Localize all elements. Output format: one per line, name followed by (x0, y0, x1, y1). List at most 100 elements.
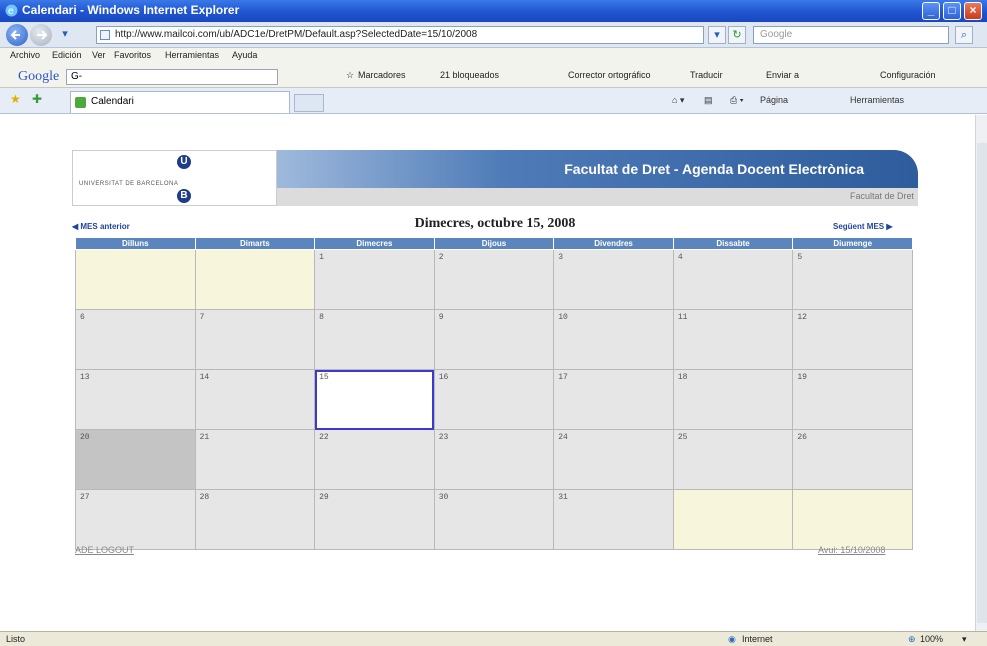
menu-favoritos[interactable]: Favoritos (114, 50, 151, 60)
google-search-input[interactable]: G- (66, 69, 278, 85)
calendar-week-row: 27 28 29 30 31 (75, 489, 913, 550)
weekday-header: Dimecres (314, 237, 435, 250)
status-text: Listo (6, 634, 26, 644)
selected-date-heading: Dimecres, octubre 15, 2008 (414, 216, 576, 231)
calendar-day-cell[interactable]: 28 (194, 489, 316, 550)
tab-calendari[interactable]: Calendari (70, 91, 290, 113)
calendar-day-cell[interactable]: 5 (792, 249, 913, 310)
add-favorites-icon[interactable]: ✚ (32, 92, 42, 106)
forward-arrow-icon (37, 30, 48, 40)
menu-ver[interactable]: Ver (92, 50, 106, 60)
bookmarks-button[interactable]: Marcadores (358, 70, 406, 80)
previous-month-link[interactable]: ◀ MES anterior (72, 222, 130, 231)
menu-edicion[interactable]: Edición (52, 50, 82, 60)
weekday-header-row: Dilluns Dimarts Dimecres Dijous Divendre… (75, 237, 913, 250)
next-month-link[interactable]: Següent MES ▶ (833, 222, 893, 231)
send-to-button[interactable]: Enviar a (766, 70, 799, 80)
maximize-button[interactable]: □ (943, 2, 961, 20)
university-logo: U B UNIVERSITAT DE BARCELONA (72, 150, 277, 206)
spellcheck-button[interactable]: Corrector ortográfico (568, 70, 651, 80)
university-name: UNIVERSITAT DE BARCELONA (79, 181, 179, 187)
url-dropdown-button[interactable]: ▾ (708, 26, 726, 44)
calendar-empty-cell (75, 249, 196, 310)
vertical-scrollbar[interactable] (975, 115, 987, 631)
calendar-day-cell[interactable]: 7 (194, 309, 316, 370)
calendar-empty-cell (194, 249, 316, 310)
calendar-day-cell[interactable]: 30 (433, 489, 555, 550)
calendar-day-cell[interactable]: 18 (672, 369, 794, 430)
svg-text:e: e (8, 6, 14, 17)
window-title: Calendari - Windows Internet Explorer (22, 3, 240, 17)
faculty-link[interactable]: Facultat de Dret (850, 191, 914, 201)
menu-archivo[interactable]: Archivo (10, 50, 40, 60)
translate-button[interactable]: Traducir (690, 70, 723, 80)
calendar-day-cell[interactable]: 4 (672, 249, 794, 310)
calendar-empty-cell (792, 489, 913, 550)
weekday-header: Dilluns (75, 237, 196, 250)
url-text: http://www.mailcoi.com/ub/ADC1e/DretPM/D… (115, 29, 478, 40)
calendar-day-cell[interactable]: 10 (553, 309, 674, 370)
calendar-day-cell[interactable]: 20 (75, 429, 196, 490)
print-icon[interactable]: ⎙ ▾ (730, 95, 743, 106)
address-bar: ▾ http://www.mailcoi.com/ub/ADC1e/DretPM… (0, 22, 987, 48)
close-window-button[interactable]: × (964, 2, 982, 20)
calendar-day-cell[interactable]: 26 (792, 429, 913, 490)
tab-page-icon (75, 97, 86, 108)
calendar-day-cell[interactable]: 13 (75, 369, 196, 430)
zoom-dropdown-icon[interactable]: ▾ (962, 634, 967, 645)
popup-blocked-button[interactable]: 21 bloqueados (440, 70, 499, 80)
refresh-icon[interactable]: ↻ (728, 26, 746, 44)
calendar-day-cell[interactable]: 29 (314, 489, 435, 550)
today-link[interactable]: Avui: 15/10/2008 (818, 545, 885, 555)
logo-u: U (177, 155, 191, 169)
calendar-day-cell[interactable]: 15 (314, 369, 435, 430)
calendar-day-cell[interactable]: 23 (433, 429, 555, 490)
settings-button[interactable]: Configuración (880, 70, 936, 80)
calendar-day-cell[interactable]: 16 (433, 369, 555, 430)
calendar-day-cell[interactable]: 31 (553, 489, 674, 550)
calendar-day-cell[interactable]: 6 (75, 309, 196, 370)
calendar-day-cell[interactable]: 19 (792, 369, 913, 430)
calendar-day-cell[interactable]: 12 (792, 309, 913, 370)
tools-menu[interactable]: Herramientas (850, 95, 904, 105)
calendar-day-cell[interactable]: 8 (314, 309, 435, 370)
zoom-icon: ⊕ (908, 634, 916, 644)
scrollbar-thumb[interactable] (977, 143, 987, 623)
calendar-day-cell[interactable]: 3 (553, 249, 674, 310)
menu-herramientas[interactable]: Herramientas (165, 50, 219, 60)
window-title-bar: e Calendari - Windows Internet Explorer … (0, 0, 987, 22)
search-icon[interactable]: ⌕ (955, 26, 973, 44)
calendar-day-cell[interactable]: 11 (672, 309, 794, 370)
forward-button[interactable] (30, 24, 52, 46)
url-field[interactable]: http://www.mailcoi.com/ub/ADC1e/DretPM/D… (96, 26, 704, 44)
calendar-day-cell[interactable]: 17 (553, 369, 674, 430)
calendar-day-cell[interactable]: 25 (672, 429, 794, 490)
search-input[interactable]: Google (753, 26, 949, 44)
calendar-day-cell[interactable]: 9 (433, 309, 555, 370)
calendar-week-row: 13 14 15 16 17 18 19 (75, 369, 913, 430)
menu-ayuda[interactable]: Ayuda (232, 50, 257, 60)
history-dropdown[interactable]: ▾ (56, 26, 74, 44)
calendar-day-cell[interactable]: 21 (194, 429, 316, 490)
favorites-star-icon[interactable]: ★ (10, 92, 21, 106)
zoom-level[interactable]: 100% (920, 634, 943, 644)
new-tab-button[interactable] (294, 94, 324, 112)
weekday-header: Divendres (553, 237, 674, 250)
back-button[interactable] (6, 24, 28, 46)
tab-label: Calendari (91, 96, 134, 107)
logout-link[interactable]: ADE LOGOUT (75, 545, 134, 555)
calendar-week-row: 6 7 8 9 10 11 12 (75, 309, 913, 370)
home-icon[interactable]: ⌂ ▾ (672, 95, 684, 106)
calendar-day-cell[interactable]: 27 (75, 489, 196, 550)
weekday-header: Dimarts (194, 237, 316, 250)
calendar-day-cell[interactable]: 24 (553, 429, 674, 490)
calendar-day-cell[interactable]: 14 (194, 369, 316, 430)
star-icon[interactable]: ☆ (346, 70, 354, 81)
page-menu[interactable]: Página (760, 95, 788, 105)
minimize-button[interactable]: _ (922, 2, 940, 20)
calendar-day-cell[interactable]: 1 (314, 249, 435, 310)
feeds-icon[interactable]: ▤ (704, 95, 713, 106)
calendar-day-cell[interactable]: 2 (433, 249, 555, 310)
calendar-day-cell[interactable]: 22 (314, 429, 435, 490)
left-arrow-icon: ◀ (72, 222, 79, 231)
